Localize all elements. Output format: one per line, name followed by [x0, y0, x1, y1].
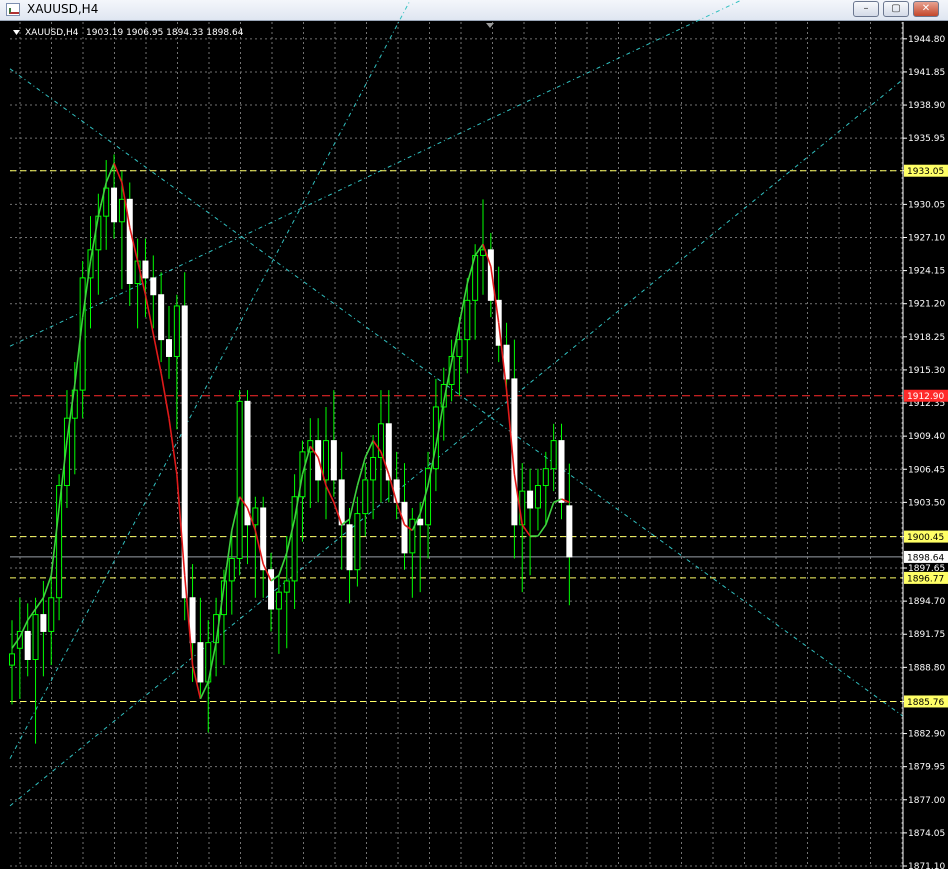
- candle-body: [370, 456, 377, 481]
- trendline: [9, 0, 743, 347]
- chart-grid: [10, 22, 903, 867]
- price-tick-label: 1915.30: [908, 366, 945, 376]
- candle-body: [354, 513, 361, 571]
- candle-body: [527, 490, 534, 509]
- price-chart[interactable]: 1944.80 1941.85 1938.90 1935.95 1933.05 1930.…: [0, 0, 948, 869]
- ma-segment: [144, 294, 155, 335]
- price-tick-label: 1882.90: [908, 730, 945, 740]
- ma-segment: [278, 552, 288, 576]
- ma-segment: [42, 575, 53, 599]
- candle-body: [542, 468, 549, 487]
- ma-segment: [105, 163, 115, 183]
- candle-body: [166, 339, 172, 357]
- price-tick-label: 1930.05: [908, 200, 945, 210]
- price-tick-label: 1909.40: [908, 432, 945, 442]
- price-tick-label: 1891.75: [908, 630, 945, 640]
- ma-segment: [545, 502, 555, 526]
- chart-symbol: XAUUSD,H4: [25, 28, 79, 38]
- ma-segment: [34, 597, 45, 610]
- candle-body: [252, 507, 259, 526]
- price-tick-label: 1877.00: [908, 796, 945, 806]
- candle-body: [401, 501, 408, 554]
- trendline: [9, 79, 904, 807]
- candle-body: [173, 305, 180, 357]
- candle-body: [150, 277, 157, 296]
- candle-body: [464, 299, 471, 341]
- level-price-label: 1896.77: [907, 574, 944, 584]
- level-price-label: 1900.45: [907, 533, 944, 543]
- price-tick-label: 1924.15: [908, 267, 945, 277]
- candle-body: [283, 580, 290, 593]
- level-price-label: 1885.76: [907, 698, 944, 708]
- price-tick-label: 1941.85: [908, 68, 945, 78]
- candle-body: [409, 518, 416, 554]
- chart-menu-arrow-icon[interactable]: [13, 30, 20, 35]
- candle-body: [558, 440, 565, 503]
- ma-segment: [521, 524, 531, 537]
- candle-body: [323, 440, 329, 481]
- candle-body: [24, 630, 31, 660]
- candle-body: [346, 524, 353, 571]
- candle-body: [566, 505, 573, 558]
- ma-segment: [113, 163, 123, 183]
- price-tick-label: 1906.45: [908, 465, 945, 475]
- price-tick-label: 1927.10: [908, 233, 945, 243]
- candle-body: [126, 198, 133, 285]
- price-tick-label: 1935.95: [908, 134, 945, 144]
- candle-body: [456, 339, 463, 357]
- candle-body: [95, 215, 102, 251]
- candle-body: [362, 479, 369, 515]
- price-tick-label: 1938.90: [908, 101, 945, 111]
- ma-segment: [168, 418, 178, 475]
- price-tick-label: 1921.20: [908, 300, 945, 310]
- candle-body: [228, 557, 235, 582]
- candle-body: [417, 518, 424, 526]
- candle-body: [40, 614, 47, 632]
- candle-body: [32, 614, 39, 660]
- chart-header: XAUUSD,H4 1903.19 1906.95 1894.33 1898.6…: [13, 28, 244, 38]
- price-tick-label: 1903.50: [908, 498, 945, 508]
- price-tick-label: 1918.25: [908, 333, 945, 343]
- price-tick-label: 1888.80: [908, 663, 945, 673]
- candle-body: [260, 507, 267, 571]
- candle-body: [158, 294, 165, 341]
- candle-body: [236, 400, 243, 559]
- candle-body: [9, 653, 15, 666]
- bid-price-label: 1898.64: [907, 553, 944, 563]
- price-tick-label: 1944.80: [908, 35, 945, 45]
- chart-ohlc: 1903.19 1906.95 1894.33 1898.64: [86, 28, 244, 38]
- price-axis: 1944.80 1941.85 1938.90 1935.95 1933.05 1930.…: [902, 22, 948, 869]
- candle-body: [330, 440, 337, 481]
- trendline: [9, 68, 904, 717]
- ma-segment: [199, 681, 209, 700]
- price-tick-label: 1894.70: [908, 597, 945, 607]
- trendline: [9, 0, 411, 759]
- price-tick-label: 1871.10: [908, 862, 945, 869]
- candle-body: [275, 591, 282, 610]
- candle-body: [118, 198, 125, 223]
- ma-segment: [537, 524, 547, 537]
- ma-segment: [325, 485, 335, 503]
- level-price-label: 1912.90: [907, 392, 944, 402]
- candle-body: [111, 187, 118, 223]
- candle-body: [197, 642, 204, 683]
- level-price-label: 1933.05: [907, 167, 944, 177]
- candle-body: [48, 597, 55, 632]
- candle-body: [142, 260, 149, 279]
- price-tick-label: 1879.95: [908, 763, 945, 773]
- candle-body: [534, 485, 541, 509]
- candle-body: [550, 440, 557, 470]
- price-tick-label: 1874.05: [908, 829, 945, 839]
